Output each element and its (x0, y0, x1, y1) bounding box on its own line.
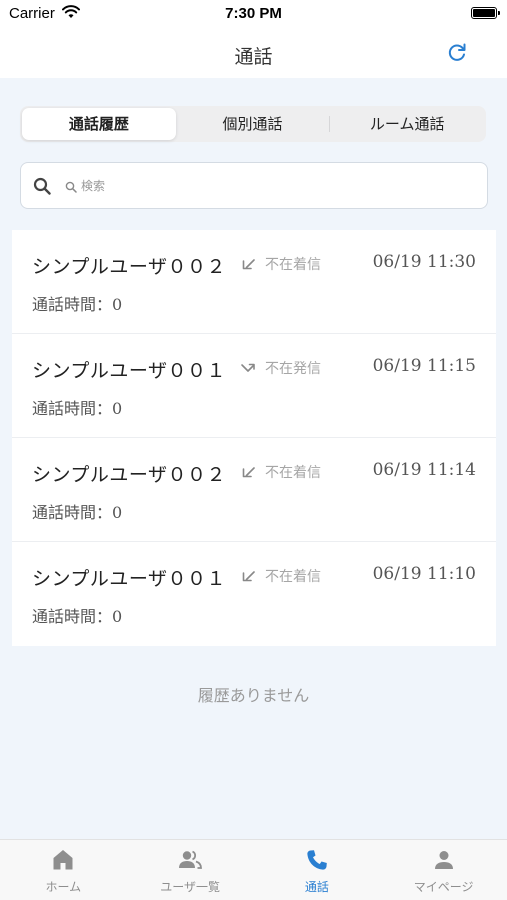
caller-name: シンプルユーザ００１ (32, 568, 227, 590)
page-title: 通話 (234, 46, 273, 68)
incoming-call-icon (242, 467, 255, 478)
caller-name: シンプルユーザ００１ (32, 360, 227, 382)
tab-label: マイページ (413, 880, 474, 894)
call-duration: 通話時間：0 (32, 607, 123, 626)
caller-name: シンプルユーザ００２ (32, 256, 227, 278)
battery-icon (471, 7, 500, 19)
tab-call[interactable]: 通話 (254, 840, 381, 900)
call-timestamp: 06/19 11:10 (372, 564, 476, 584)
call-history-row[interactable]: シンプルユーザ００２ 不在着信 06/19 11:14 通話時間：0 (12, 438, 496, 542)
call-duration: 通話時間：0 (32, 295, 123, 314)
search-placeholder-icon (65, 181, 77, 193)
phone-icon (307, 850, 327, 870)
tab-home[interactable]: ホーム (0, 840, 127, 900)
call-status: 不在着信 (265, 465, 321, 481)
home-icon (53, 850, 73, 870)
tab-label: 通話 (304, 880, 329, 894)
call-timestamp: 06/19 11:14 (372, 460, 476, 480)
call-status: 不在着信 (265, 569, 321, 585)
segment-call-history[interactable]: 通話履歴 (22, 108, 176, 140)
tab-user-list[interactable]: ユーザ一覧 (127, 840, 254, 900)
segment-room-call[interactable]: ルーム通話 (330, 108, 484, 140)
tab-my-page[interactable]: マイページ (380, 840, 507, 900)
call-type-segmented-control: 通話履歴 個別通話 ルーム通話 (20, 106, 486, 142)
users-icon (179, 850, 203, 869)
search-input[interactable] (81, 173, 461, 199)
person-icon (434, 851, 453, 869)
refresh-icon[interactable] (445, 40, 469, 64)
incoming-call-icon (242, 571, 255, 582)
tab-label: ユーザ一覧 (160, 880, 220, 894)
navigation-bar: 通話 (0, 28, 507, 78)
empty-history-message: 履歴ありません (197, 686, 310, 705)
call-duration: 通話時間：0 (32, 399, 123, 418)
call-status: 不在発信 (265, 361, 321, 377)
call-duration: 通話時間：0 (32, 503, 123, 522)
call-history-row[interactable]: シンプルユーザ００１ 不在発信 06/19 11:15 通話時間：0 (12, 334, 496, 438)
tab-label: ホーム (45, 880, 82, 894)
search-bar[interactable] (20, 162, 488, 209)
incoming-call-icon (242, 259, 255, 270)
outgoing-call-icon (241, 363, 255, 372)
status-bar: Carrier 7:30 PM (0, 0, 507, 28)
call-timestamp: 06/19 11:15 (372, 356, 476, 376)
clock: 7:30 PM (225, 5, 282, 22)
call-timestamp: 06/19 11:30 (372, 252, 476, 272)
call-status: 不在着信 (265, 257, 321, 273)
segment-individual-call[interactable]: 個別通話 (176, 108, 330, 140)
call-history-list: シンプルユーザ００２ 不在着信 06/19 11:30 通話時間：0 シンプルユ… (12, 230, 496, 646)
call-history-row[interactable]: シンプルユーザ００１ 不在着信 06/19 11:10 通話時間：0 (12, 542, 496, 646)
caller-name: シンプルユーザ００２ (32, 464, 227, 486)
call-history-row[interactable]: シンプルユーザ００２ 不在着信 06/19 11:30 通話時間：0 (12, 230, 496, 334)
tab-bar: ホーム ユーザ一覧 通話 マイページ (0, 839, 507, 900)
search-icon (33, 177, 51, 195)
